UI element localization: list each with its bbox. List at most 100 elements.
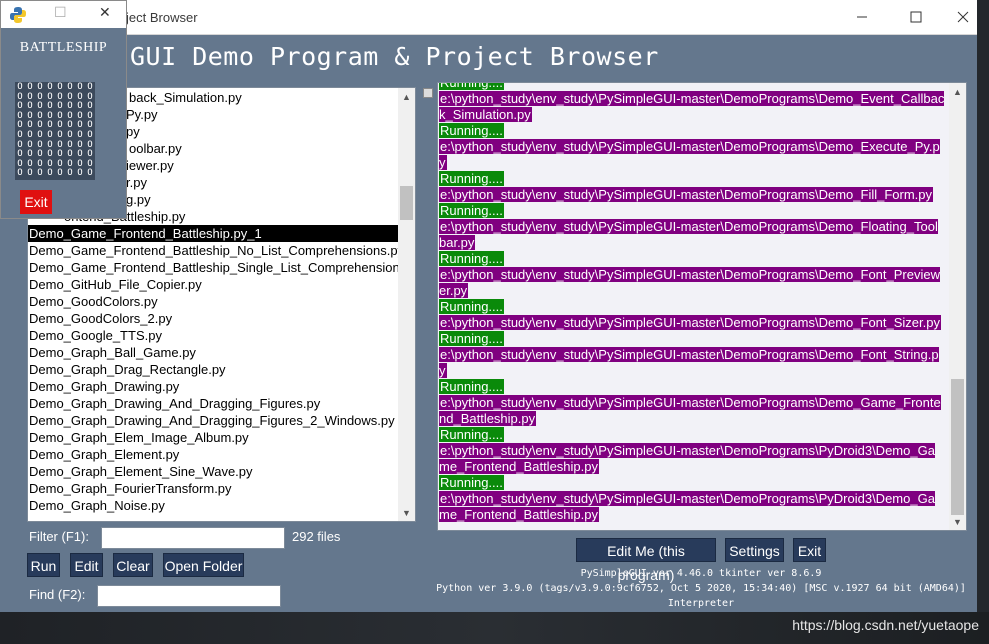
path-text: e:\python_study\env_study\PySimpleGUI-ma… (439, 267, 940, 298)
edit-button[interactable]: Edit (70, 553, 103, 577)
minimize-button[interactable] (839, 0, 885, 34)
output-path-line: e:\python_study\env_study\PySimpleGUI-ma… (439, 187, 945, 203)
close-button[interactable] (940, 0, 986, 34)
grid-cell[interactable]: O (35, 169, 45, 179)
desktop-edge (977, 0, 989, 612)
list-item[interactable]: Demo_Graph_Drag_Rectangle.py (28, 361, 398, 378)
output-path-line: e:\python_study\env_study\PySimpleGUI-ma… (439, 91, 945, 123)
filter-input[interactable] (101, 527, 285, 549)
output-running-line: Running.... (439, 299, 945, 315)
scroll-up-icon[interactable]: ▲ (949, 83, 966, 100)
exit-button[interactable]: Exit (793, 538, 826, 562)
running-text: Running.... (439, 427, 504, 442)
list-item[interactable]: Demo_Graph_Drawing.py (28, 378, 398, 395)
scroll-down-icon[interactable]: ▼ (398, 504, 415, 521)
list-item[interactable]: Demo_Graph_Noise.py (28, 497, 398, 514)
battleship-maximize-icon[interactable]: ☐ (54, 4, 67, 21)
close-icon (957, 11, 969, 23)
list-item[interactable]: Demo_GitHub_File_Copier.py (28, 276, 398, 293)
python-info: Python ver 3.9.0 (tags/v3.9.0:9cf6752, O… (436, 583, 966, 594)
output-path-line: e:\python_study\env_study\PySimpleGUI-ma… (439, 315, 945, 331)
output-path-line: e:\python_study\env_study\PySimpleGUI-ma… (439, 219, 945, 251)
settings-button[interactable]: Settings (725, 538, 784, 562)
output-running-line: Running.... (439, 331, 945, 347)
scroll-thumb[interactable] (400, 186, 413, 220)
output-sizer-icon (423, 88, 433, 98)
open-folder-button[interactable]: Open Folder (163, 553, 244, 577)
list-item[interactable]: Demo_Graph_Drawing_And_Dragging_Figures_… (28, 412, 398, 429)
maximize-button[interactable] (893, 0, 939, 34)
path-text: e:\python_study\env_study\PySimpleGUI-ma… (439, 347, 939, 378)
output-running-line: Running.... (439, 251, 945, 267)
python-logo-icon (10, 7, 26, 23)
find-label: Find (F2): (29, 587, 86, 602)
list-item[interactable]: Demo_Graph_FourierTransform.py (28, 480, 398, 497)
battleship-title: BATTLESHIP (19, 40, 108, 55)
output-path-line: e:\python_study\env_study\PySimpleGUI-ma… (439, 267, 945, 299)
output-running-line: Running.... (439, 427, 945, 443)
clear-button[interactable]: Clear (113, 553, 153, 577)
output-path-line: e:\python_study\env_study\PySimpleGUI-ma… (439, 139, 945, 171)
output-path-line: e:\python_study\env_study\PySimpleGUI-ma… (439, 491, 945, 523)
output-scrollbar[interactable]: ▲ ▼ (949, 83, 966, 530)
battleship-grid: OOOOOOOOOOOOOOOOOOOOOOOOOOOOOOOOOOOOOOOO… (15, 82, 95, 180)
grid-cell[interactable]: O (65, 169, 75, 179)
list-item[interactable]: Demo_GoodColors_2.py (28, 310, 398, 327)
battleship-exit-button[interactable]: Exit (20, 190, 52, 214)
watermark: https://blog.csdn.net/yuetaope (792, 617, 979, 633)
path-text: e:\python_study\env_study\PySimpleGUI-ma… (439, 395, 941, 426)
output-pane[interactable]: Running.... e:\python_study\env_study\PyS… (437, 82, 967, 531)
edit-me-button[interactable]: Edit Me (this program) (576, 538, 716, 583)
list-item[interactable]: Demo_GoodColors.py (28, 293, 398, 310)
grid-cell[interactable]: O (55, 169, 65, 179)
file-list-scrollbar[interactable]: ▲ ▼ (398, 88, 415, 521)
interpreter-label: Interpreter (667, 598, 735, 609)
output-lines: Running.... e:\python_study\env_study\PyS… (439, 83, 945, 523)
list-item[interactable]: Demo_Graph_Element_Sine_Wave.py (28, 463, 398, 480)
path-text: e:\python_study\env_study\PySimpleGUI-ma… (439, 491, 935, 522)
list-item[interactable]: Demo_Game_Frontend_Battleship_Single_Lis… (28, 259, 400, 276)
scroll-down-icon[interactable]: ▼ (949, 513, 966, 530)
battleship-window: ☐ ✕ BATTLESHIP OOOOOOOOOOOOOOOOOOOOOOOOO… (0, 0, 127, 219)
output-running-line: Running.... (439, 203, 945, 219)
output-running-line: Running.... (439, 379, 945, 395)
list-item[interactable]: Demo_Graph_Drawing_And_Dragging_Figures.… (28, 395, 398, 412)
battleship-close-icon[interactable]: ✕ (99, 4, 111, 21)
maximize-icon (910, 11, 922, 23)
grid-cell[interactable]: O (45, 169, 55, 179)
output-path-line: e:\python_study\env_study\PySimpleGUI-ma… (439, 443, 945, 475)
list-item[interactable]: Demo_Graph_Element.py (28, 446, 398, 463)
running-text: Running.... (439, 83, 504, 90)
list-item[interactable]: Demo_Graph_Elem_Image_Album.py (28, 429, 398, 446)
output-path-line: e:\python_study\env_study\PySimpleGUI-ma… (439, 395, 945, 427)
filter-label: Filter (F1): (29, 529, 89, 544)
list-item[interactable]: Demo_Game_Frontend_Battleship_No_List_Co… (28, 242, 404, 259)
grid-cell[interactable]: O (85, 169, 95, 179)
output-running-line: Running.... (439, 475, 945, 491)
scroll-up-icon[interactable]: ▲ (398, 88, 415, 105)
battleship-title-bar: ☐ ✕ (1, 1, 126, 28)
path-text: e:\python_study\env_study\PySimpleGUI-ma… (439, 139, 940, 170)
output-running-line: Running.... (439, 123, 945, 139)
find-input[interactable] (97, 585, 281, 607)
running-text: Running.... (439, 203, 504, 218)
list-item[interactable]: Demo_Google_TTS.py (28, 327, 398, 344)
grid-cell[interactable]: O (75, 169, 85, 179)
running-text: Running.... (439, 331, 504, 346)
running-text: Running.... (439, 299, 504, 314)
running-text: Running.... (439, 123, 504, 138)
title-bar: ject Browser (0, 0, 977, 35)
run-button[interactable]: Run (27, 553, 60, 577)
grid-cell[interactable]: O (15, 169, 25, 179)
path-text: e:\python_study\env_study\PySimpleGUI-ma… (439, 91, 945, 122)
list-item[interactable]: Demo_Game_Frontend_Battleship.py_1 (28, 225, 398, 242)
output-path-line: e:\python_study\env_study\PySimpleGUI-ma… (439, 347, 945, 379)
output-running-line: Running.... (439, 83, 945, 91)
list-item[interactable]: Demo_Graph_Ball_Game.py (28, 344, 398, 361)
page-title: GUI Demo Program & Project Browser (130, 42, 659, 71)
output-running-line: Running.... (439, 171, 945, 187)
grid-cell[interactable]: O (25, 169, 35, 179)
window-title: ject Browser (126, 10, 198, 25)
running-text: Running.... (439, 171, 504, 186)
scroll-thumb[interactable] (951, 379, 964, 515)
